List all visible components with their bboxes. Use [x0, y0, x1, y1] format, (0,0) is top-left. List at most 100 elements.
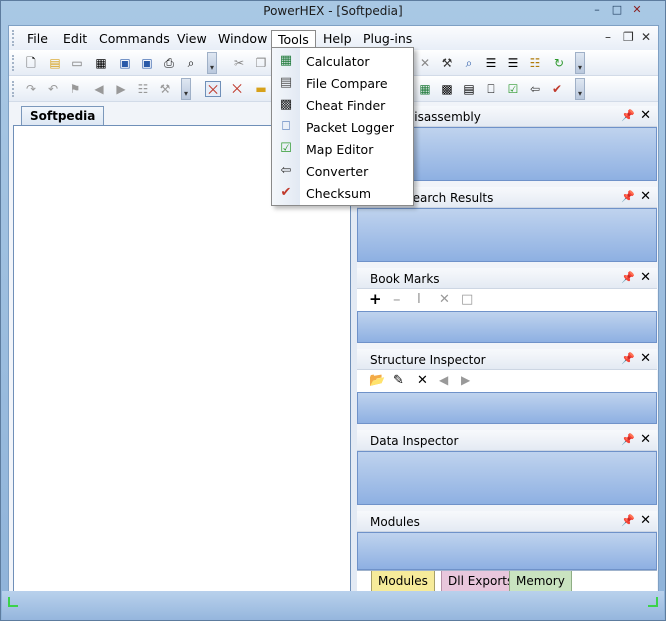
menu-file[interactable]: File: [21, 30, 54, 48]
toolbar-grip[interactable]: [12, 55, 15, 71]
tools-icon[interactable]: ⚒: [157, 81, 173, 97]
previous-icon[interactable]: ◀: [439, 372, 448, 389]
delete-bookmark-icon[interactable]: ✕: [439, 291, 450, 308]
cut-icon[interactable]: ✂: [231, 55, 247, 71]
tab-memory[interactable]: Memory: [509, 571, 572, 592]
panel-structure-inspector: Structure Inspector 📌 ✕ 📂 ✎ ✕ ◀ ▶: [357, 349, 657, 424]
pin-icon[interactable]: 📌: [621, 190, 635, 203]
open-folder-icon[interactable]: 📂: [369, 372, 385, 389]
resize-grip-icon[interactable]: [648, 597, 658, 607]
toolbar-overflow-4[interactable]: ▾: [575, 78, 585, 100]
mdi-close-icon[interactable]: ✕: [641, 30, 651, 44]
print-icon[interactable]: ⎙: [161, 55, 177, 71]
forward-icon[interactable]: ▶: [113, 81, 129, 97]
close-icon[interactable]: ✕: [640, 432, 651, 447]
panel-header: Structure Inspector 📌 ✕: [357, 349, 657, 370]
pin-icon[interactable]: 📌: [621, 109, 635, 122]
menu-view[interactable]: View: [171, 30, 213, 48]
pin-icon[interactable]: 📌: [621, 514, 635, 527]
menu-edit[interactable]: Edit: [57, 30, 93, 48]
checksum-toolbar-icon[interactable]: ✔: [549, 81, 565, 97]
refresh-icon[interactable]: ↻: [551, 55, 567, 71]
menu-item-file-compare[interactable]: ▤ File Compare: [272, 72, 413, 94]
menu-item-cheat-finder[interactable]: ▩ Cheat Finder: [272, 94, 413, 116]
find-next-icon[interactable]: ☰: [505, 55, 521, 71]
menu-commands[interactable]: Commands: [93, 30, 176, 48]
save-icon[interactable]: ▣: [117, 55, 133, 71]
menu-item-label: Calculator: [306, 54, 370, 69]
menu-item-checksum[interactable]: ✔ Checksum: [272, 182, 413, 204]
menu-tools[interactable]: Tools: [271, 30, 316, 48]
menu-plugins[interactable]: Plug-ins: [357, 30, 418, 48]
copy-icon[interactable]: ❐: [253, 55, 269, 71]
mdi-restore-icon[interactable]: ❐: [623, 30, 634, 44]
close-window-button[interactable]: ✕: [629, 4, 645, 18]
find-list-icon[interactable]: ☰: [483, 55, 499, 71]
add-icon[interactable]: +: [369, 291, 382, 308]
close-icon[interactable]: ✕: [640, 189, 651, 204]
open-drive-icon[interactable]: ▭: [69, 55, 85, 71]
close-icon[interactable]: ✕: [640, 513, 651, 528]
toolbar-overflow-3[interactable]: ▾: [181, 78, 191, 100]
panel-body: [357, 532, 657, 570]
close-icon[interactable]: ✕: [640, 270, 651, 285]
toolbar-overflow-2[interactable]: ▾: [575, 52, 585, 74]
tab-modules[interactable]: Modules: [371, 571, 435, 592]
properties-icon[interactable]: □: [461, 291, 473, 308]
pin-icon[interactable]: 📌: [621, 352, 635, 365]
menu-item-map-editor[interactable]: ☑ Map Editor: [272, 138, 413, 160]
maximize-button[interactable]: □: [609, 4, 625, 18]
toolbar-overflow-1[interactable]: ▾: [207, 52, 217, 74]
calculator-toolbar-icon[interactable]: ▦: [417, 81, 433, 97]
hammer-icon[interactable]: ⚒: [439, 55, 455, 71]
menu-item-label: Map Editor: [306, 142, 374, 157]
bookmark-toggle-icon[interactable]: ⚑: [67, 81, 83, 97]
converter-toolbar-icon[interactable]: ⇦: [527, 81, 543, 97]
open-memory-icon[interactable]: ▦: [93, 55, 109, 71]
panel-title-modules: Modules: [370, 515, 420, 529]
mdi-minimize-icon[interactable]: –: [605, 30, 611, 44]
new-file-icon[interactable]: 🗋: [23, 55, 39, 71]
logger-toolbar-icon[interactable]: ⎕: [483, 81, 499, 97]
panel-data-inspector: Data Inspector 📌 ✕: [357, 430, 657, 505]
remove-icon[interactable]: –: [393, 291, 401, 308]
chip-toolbar-icon[interactable]: ▩: [439, 81, 455, 97]
print-preview-icon[interactable]: ⌕: [183, 55, 199, 71]
menu-item-calculator[interactable]: ▦ Calculator: [272, 50, 413, 72]
pin-icon[interactable]: 📌: [621, 433, 635, 446]
save-all-icon[interactable]: ▣: [139, 55, 155, 71]
delete-icon[interactable]: ✕: [417, 55, 433, 71]
menubar-grip[interactable]: [12, 30, 15, 46]
close-icon[interactable]: ✕: [640, 108, 651, 123]
network-icon[interactable]: ☷: [135, 81, 151, 97]
close-icon[interactable]: ✕: [640, 351, 651, 366]
edit-pencil-icon[interactable]: ✎: [393, 372, 404, 389]
back-icon[interactable]: ◀: [91, 81, 107, 97]
next-icon[interactable]: ▶: [461, 372, 470, 389]
menu-help[interactable]: Help: [317, 30, 358, 48]
goto-offset-icon[interactable]: ↶: [45, 81, 61, 97]
menu-item-packet-logger[interactable]: ⎕ Packet Logger: [272, 116, 413, 138]
rename-icon[interactable]: I: [417, 291, 421, 308]
pin-icon[interactable]: 📌: [621, 271, 635, 284]
document-tab[interactable]: Softpedia: [21, 106, 105, 125]
menu-window[interactable]: Window: [212, 30, 273, 48]
corner-accent-left: [8, 597, 18, 607]
panel-title-search-results: Search Results: [405, 191, 494, 205]
search-icon[interactable]: ⌕: [461, 55, 477, 71]
ruler-mark-2-icon[interactable]: ⨉: [229, 81, 245, 97]
compare-toolbar-icon[interactable]: ▤: [461, 81, 477, 97]
replace-icon[interactable]: ☷: [527, 55, 543, 71]
toolbar-grip-2[interactable]: [12, 81, 15, 97]
delete-icon[interactable]: ✕: [417, 372, 428, 389]
calculator-icon: ▦: [279, 53, 293, 68]
open-folder-icon[interactable]: ▤: [47, 55, 63, 71]
menu-item-converter[interactable]: ⇦ Converter: [272, 160, 413, 182]
ruler-mark-icon[interactable]: ⨉: [205, 81, 221, 97]
packet-logger-icon: ⎕: [282, 119, 290, 134]
minimize-button[interactable]: –: [589, 4, 605, 18]
ruler-icon[interactable]: ▬: [253, 81, 269, 97]
converter-icon: ⇦: [280, 163, 292, 178]
map-editor-toolbar-icon[interactable]: ☑: [505, 81, 521, 97]
goto-icon[interactable]: ↷: [23, 81, 39, 97]
